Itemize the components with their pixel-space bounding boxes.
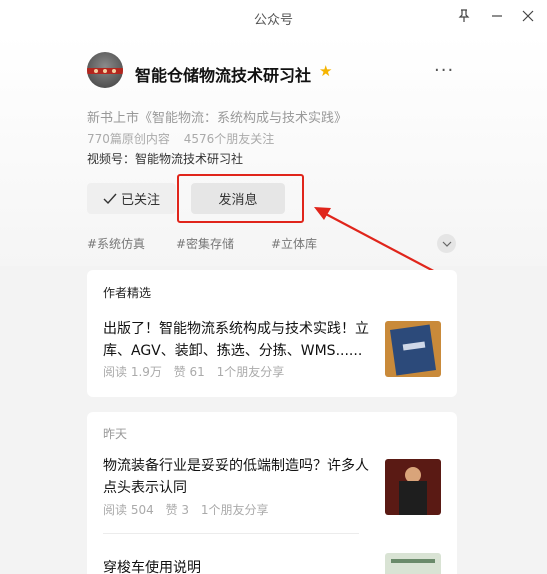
article-title[interactable]: 出版了！智能物流系统构成与技术实践！立库、AGV、装卸、拣选、分拣、WMS...… bbox=[103, 318, 377, 362]
account-description: 新书上市《智能物流：系统构成与技术实践》 bbox=[87, 111, 348, 126]
article-title[interactable]: 物流装备行业是妥妥的低端制造吗？许多人点头表示认同 bbox=[103, 455, 377, 499]
friends-follow-count[interactable]: 4576个朋友关注 bbox=[184, 132, 275, 146]
article-thumbnail[interactable] bbox=[385, 321, 441, 377]
article-thumbnail[interactable] bbox=[385, 553, 441, 574]
share-info: 1个朋友分享 bbox=[200, 503, 269, 517]
yesterday-card: 昨天 物流装备行业是妥妥的低端制造吗？许多人点头表示认同 阅读 504 赞 3 … bbox=[87, 412, 457, 574]
account-name: 智能仓储物流技术研习社 bbox=[135, 66, 312, 85]
share-info: 1个朋友分享 bbox=[216, 365, 285, 379]
title-bar: 公众号 bbox=[0, 0, 547, 34]
like-count: 赞 61 bbox=[173, 365, 205, 379]
read-count: 阅读 1.9万 bbox=[103, 365, 162, 379]
account-stats: 770篇原创内容 4576个朋友关注 bbox=[87, 130, 284, 147]
original-count: 770篇原创内容 bbox=[87, 132, 170, 146]
like-count: 赞 3 bbox=[165, 503, 190, 517]
pin-icon[interactable] bbox=[453, 5, 475, 27]
featured-card: 作者精选 出版了！智能物流系统构成与技术实践！立库、AGV、装卸、拣选、分拣、W… bbox=[87, 270, 457, 397]
article-thumbnail[interactable] bbox=[385, 459, 441, 515]
divider bbox=[103, 533, 359, 534]
article-title[interactable]: 穿梭车使用说明 bbox=[103, 557, 377, 574]
follow-button[interactable]: 已关注 bbox=[87, 183, 176, 214]
more-options-icon[interactable]: ··· bbox=[434, 60, 454, 81]
tag-asrs[interactable]: #立体库 bbox=[271, 235, 317, 252]
account-avatar[interactable] bbox=[87, 52, 123, 88]
tag-dense-storage[interactable]: #密集存储 bbox=[176, 235, 234, 252]
tag-system-simulation[interactable]: #系统仿真 bbox=[87, 235, 145, 252]
follow-label: 已关注 bbox=[120, 193, 160, 208]
chevron-down-icon[interactable] bbox=[437, 234, 456, 253]
article-meta: 阅读 1.9万 赞 61 1个朋友分享 bbox=[103, 363, 292, 380]
star-icon[interactable]: ★ bbox=[319, 62, 332, 80]
minimize-icon[interactable] bbox=[486, 5, 508, 27]
highlight-box bbox=[177, 174, 304, 223]
featured-label: 作者精选 bbox=[103, 286, 152, 300]
date-label: 昨天 bbox=[103, 427, 128, 441]
read-count: 阅读 504 bbox=[103, 503, 154, 517]
article-meta: 阅读 504 赞 3 1个朋友分享 bbox=[103, 501, 276, 518]
close-icon[interactable] bbox=[517, 5, 539, 27]
video-channel-link[interactable]: 视频号：智能物流技术研习社 bbox=[87, 150, 243, 167]
check-icon bbox=[103, 193, 117, 204]
